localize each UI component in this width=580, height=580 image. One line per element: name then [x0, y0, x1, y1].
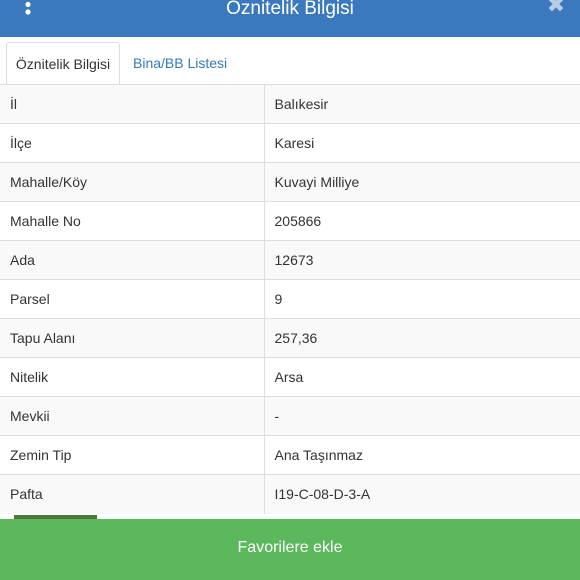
row-key: Zemin Tip	[0, 435, 265, 475]
add-to-favorites-button[interactable]: Favorilere ekle	[0, 519, 580, 580]
row-key: İl	[0, 84, 265, 124]
row-value: Kuvayi Milliye	[264, 162, 580, 202]
table-row: Tapu Alanı 257,36	[0, 318, 580, 358]
table-row: Mahalle/Köy Kuvayi Milliye	[0, 162, 580, 202]
table-row: Pafta I19-C-08-D-3-A	[0, 474, 580, 514]
table-row: Nitelik Arsa	[0, 357, 580, 397]
row-key: Pafta	[0, 474, 265, 514]
row-key: Mahalle/Köy	[0, 162, 265, 202]
table-row: Ada 12673	[0, 240, 580, 280]
row-key: Nitelik	[0, 357, 265, 397]
table-row: İlçe Karesi	[0, 123, 580, 163]
row-value: I19-C-08-D-3-A	[264, 474, 580, 514]
close-icon[interactable]: ✖	[544, 0, 568, 20]
table-row: İl Balıkesir	[0, 84, 580, 124]
row-value: Balıkesir	[264, 84, 580, 124]
row-value: Arsa	[264, 357, 580, 397]
table-row: Zemin Tip Ana Taşınmaz	[0, 435, 580, 475]
row-value: Karesi	[264, 123, 580, 163]
row-value: -	[264, 396, 580, 436]
row-key: Parsel	[0, 279, 265, 319]
attribute-table: İl Balıkesir İlçe Karesi Mahalle/Köy Kuvayi M…	[0, 84, 580, 514]
tab-bar: Öznitelik Bilgisi Bina/BB Listesi	[0, 37, 580, 85]
title-bar: Öznitelik Bilgisi ✖	[0, 0, 580, 37]
row-key: İlçe	[0, 123, 265, 163]
page-title: Öznitelik Bilgisi	[226, 0, 354, 19]
tab-oznitelik-bilgisi[interactable]: Öznitelik Bilgisi	[6, 42, 120, 85]
table-row: Mevkii -	[0, 396, 580, 436]
row-value: 205866	[264, 201, 580, 241]
table-row: Mahalle No 205866	[0, 201, 580, 241]
row-key: Mevkii	[0, 396, 265, 436]
row-key: Mahalle No	[0, 201, 265, 241]
row-value: 12673	[264, 240, 580, 280]
row-value: 9	[264, 279, 580, 319]
table-row: Parsel 9	[0, 279, 580, 319]
row-value: Ana Taşınmaz	[264, 435, 580, 475]
tab-bina-bb-listesi[interactable]: Bina/BB Listesi	[123, 42, 237, 85]
row-key: Tapu Alanı	[0, 318, 265, 358]
row-key: Ada	[0, 240, 265, 280]
row-value: 257,36	[264, 318, 580, 358]
